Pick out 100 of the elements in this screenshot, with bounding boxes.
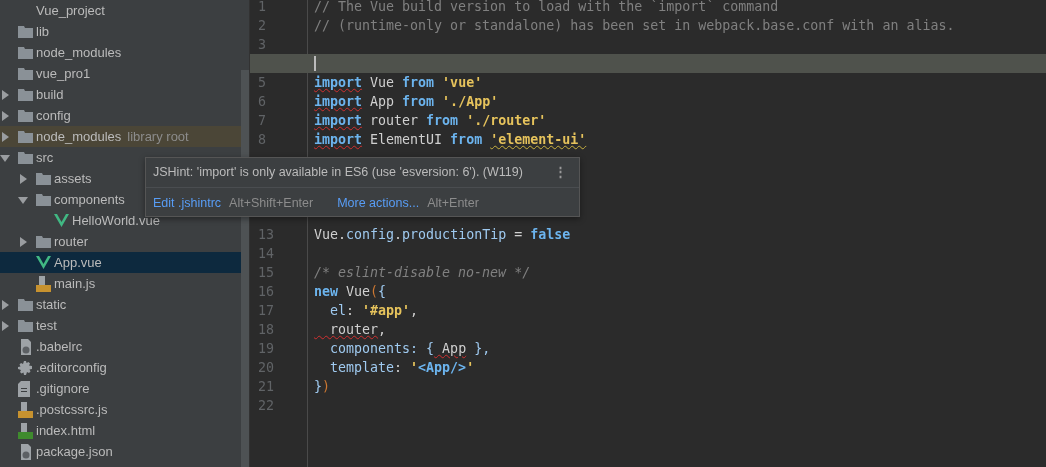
code-line: /* eslint-disable no-new */ xyxy=(314,265,531,280)
line-number: 13 xyxy=(258,227,274,242)
text-caret xyxy=(314,56,316,71)
line-number: 16 xyxy=(258,284,274,299)
code-line: router, xyxy=(329,322,387,337)
tree-item[interactable]: static xyxy=(0,294,241,315)
line-number: 19 xyxy=(258,341,274,356)
line-number: 7 xyxy=(258,113,266,128)
config-file-icon xyxy=(18,443,32,460)
file-name: main.js xyxy=(54,276,96,291)
expand-arrow-icon[interactable] xyxy=(0,152,10,163)
tree-item[interactable]: .babelrc xyxy=(0,336,241,357)
folder-icon xyxy=(18,25,33,38)
file-name: static xyxy=(36,297,67,312)
file-name: node_modules xyxy=(36,129,122,144)
js-file-icon xyxy=(18,401,33,418)
folder-icon xyxy=(18,151,33,164)
file-name: lib xyxy=(36,24,49,39)
folder-icon xyxy=(18,109,33,122)
expand-arrow-icon[interactable] xyxy=(0,320,10,331)
line-number: 6 xyxy=(258,94,266,109)
line-number: 21 xyxy=(258,379,274,394)
folder-icon xyxy=(36,172,51,185)
line-number: 3 xyxy=(258,37,266,52)
text-file-icon xyxy=(18,380,30,397)
line-number: 2 xyxy=(258,18,266,33)
vue-logo-icon xyxy=(54,214,69,227)
vue-logo-icon xyxy=(36,256,51,269)
code-line: el: '#app', xyxy=(329,303,419,318)
file-name: .postcssrc.js xyxy=(36,402,108,417)
code-line: new Vue({ xyxy=(314,284,387,299)
tree-item[interactable]: .editorconfig xyxy=(0,357,241,378)
folder-icon xyxy=(18,319,33,332)
action-link[interactable]: Edit .jshintrc xyxy=(153,196,222,210)
line-number: 8 xyxy=(258,132,266,147)
tree-item[interactable]: App.vue xyxy=(0,252,241,273)
folder-icon xyxy=(18,88,33,101)
expand-arrow-icon[interactable] xyxy=(18,194,28,205)
line-number: 1 xyxy=(258,0,266,14)
tree-item[interactable]: vue_pro1 xyxy=(0,63,241,84)
line-number: 18 xyxy=(258,322,274,337)
shortcut-text: Alt+Enter xyxy=(427,196,479,210)
tree-item[interactable]: index.html xyxy=(0,420,241,441)
library-root-note: library root xyxy=(127,129,189,144)
action-link[interactable]: More actions... xyxy=(337,196,420,210)
file-name: node_modules xyxy=(36,45,122,60)
tree-item[interactable]: test xyxy=(0,315,241,336)
code-line: import router from './router' xyxy=(314,113,547,128)
tree-item[interactable]: node_modules xyxy=(0,42,241,63)
file-name: router xyxy=(54,234,88,249)
line-number: 22 xyxy=(258,398,274,413)
tree-item[interactable]: build xyxy=(0,84,241,105)
file-name: .babelrc xyxy=(36,339,83,354)
line-number: 15 xyxy=(258,265,274,280)
tree-item[interactable]: package.json xyxy=(0,441,241,462)
tree-item[interactable]: node_modules library root xyxy=(0,126,241,147)
file-name: build xyxy=(36,87,64,102)
file-name: components xyxy=(54,192,125,207)
code-line: import Vue from 'vue' xyxy=(314,75,483,90)
tree-item[interactable]: lib xyxy=(0,21,241,42)
file-name: .gitignore xyxy=(36,381,90,396)
folder-icon xyxy=(18,298,33,311)
folder-icon xyxy=(18,130,33,143)
file-name: Vue_project xyxy=(36,3,105,18)
line-number: 14 xyxy=(258,246,274,261)
file-name: src xyxy=(36,150,54,165)
tree-item[interactable]: main.js xyxy=(0,273,241,294)
file-name: config xyxy=(36,108,71,123)
code-line: import App from './App' xyxy=(314,94,499,109)
expand-arrow-icon[interactable] xyxy=(0,110,10,121)
line-number: 20 xyxy=(258,360,274,375)
tree-item[interactable]: .postcssrc.js xyxy=(0,399,241,420)
file-name: test xyxy=(36,318,57,333)
tree-item[interactable]: .gitignore xyxy=(0,378,241,399)
folder-icon xyxy=(18,67,33,80)
expand-arrow-icon[interactable] xyxy=(18,236,28,247)
file-name: HelloWorld.vue xyxy=(72,213,160,228)
code-line: // (runtime-only or standalone) has been set in webpack.base.conf with an alias. xyxy=(314,18,955,33)
folder-icon xyxy=(36,193,51,206)
code-line: components: { App }, xyxy=(329,341,491,356)
more-menu-icon[interactable]: ⋮ xyxy=(554,164,567,179)
code-line: template: '<App/>' xyxy=(329,360,475,375)
expand-arrow-icon[interactable] xyxy=(0,131,10,142)
file-name: package.json xyxy=(36,444,113,459)
tree-item[interactable]: HelloWorld.vue xyxy=(0,210,241,231)
expand-arrow-icon[interactable] xyxy=(18,173,28,184)
file-name: assets xyxy=(54,171,92,186)
code-line: }) xyxy=(314,379,331,394)
config-file-icon xyxy=(18,338,32,355)
folder-icon xyxy=(36,235,51,248)
tree-item[interactable]: Vue_project xyxy=(0,0,241,21)
line-number: 17 xyxy=(258,303,274,318)
tree-item[interactable]: router xyxy=(0,231,241,252)
expand-arrow-icon[interactable] xyxy=(0,299,10,310)
html-file-icon xyxy=(18,422,33,439)
expand-arrow-icon[interactable] xyxy=(0,89,10,100)
tree-item[interactable]: config xyxy=(0,105,241,126)
js-file-icon xyxy=(36,275,51,292)
file-name: vue_pro1 xyxy=(36,66,91,81)
code-line: Vue.config.productionTip = false xyxy=(314,227,571,242)
